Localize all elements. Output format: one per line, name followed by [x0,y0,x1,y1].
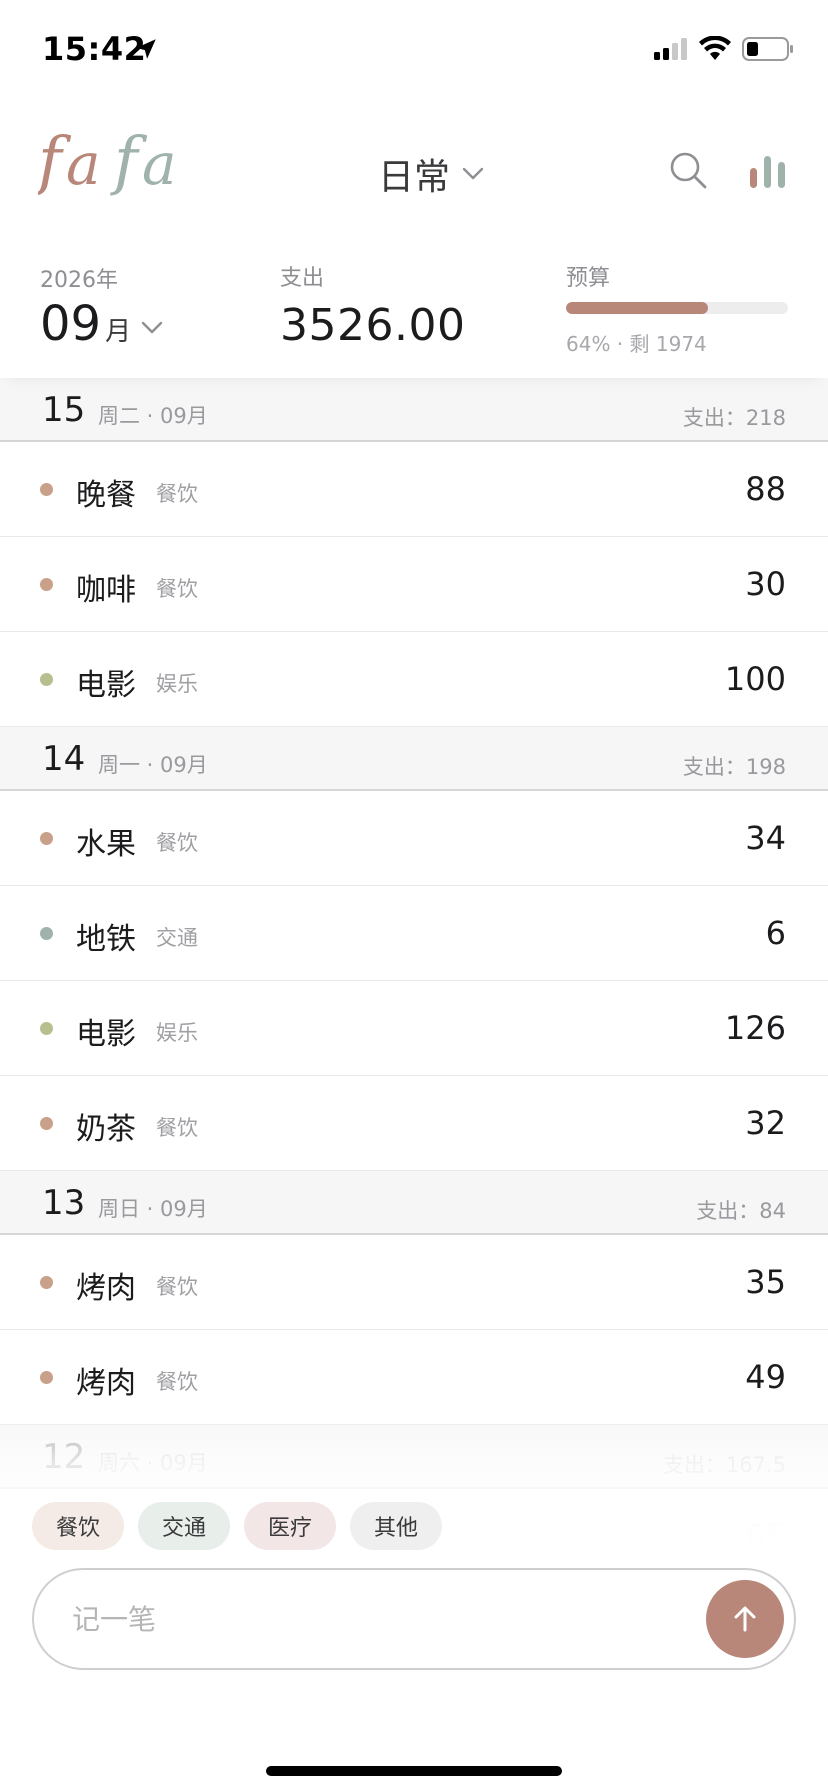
transaction-category: 餐饮 [156,1116,198,1140]
category-dot [40,1276,53,1289]
transaction-amount: 35 [745,1263,786,1301]
budget-summary: 64% · 剩 1974 [566,332,707,356]
transaction-category: 娱乐 [156,672,198,696]
category-chip[interactable]: 医疗 [244,1502,337,1550]
svg-text:a: a [66,130,101,198]
cellular-signal-icon [654,38,687,60]
transaction-row[interactable]: 电影 娱乐 100 [0,632,828,727]
expense-label: 支出 [280,266,325,291]
category-dot [40,673,53,686]
transaction-amount: 126 [724,1009,786,1047]
svg-text:a: a [142,130,177,198]
budget-progress-bar [566,302,788,314]
transaction-list: 15 周二 · 09月 支出：218 晚餐 餐饮 88 咖啡 餐饮 30 电影 娱乐 100 14 周一 … [0,378,828,1584]
budget-progress-fill [566,302,709,314]
month-number: 09 [40,296,102,352]
category-dot [40,1022,53,1035]
day-weekday: 周一 · 09月 [98,753,208,777]
transaction-row[interactable]: 烤肉 餐饮 35 [0,1235,828,1330]
search-icon[interactable] [668,150,708,190]
submit-button[interactable] [706,1580,784,1658]
transaction-category: 餐饮 [156,1370,198,1394]
category-dot [40,483,53,496]
ledger-selector[interactable]: 日常 [378,148,484,200]
transaction-row[interactable]: 地铁 交通 6 [0,886,828,981]
day-number: 15 [42,390,86,430]
transaction-category: 餐饮 [156,831,198,855]
transaction-category: 餐饮 [156,577,198,601]
bar-chart-icon[interactable] [748,154,788,188]
transaction-category: 交通 [156,926,198,950]
day-number: 13 [42,1183,86,1223]
day-total: 支出：218 [682,406,786,430]
wifi-icon [699,36,731,60]
app-header: f a f a fafa 日常 2026年 09 月 支出 3526.00 预算… [0,96,828,378]
category-dot [40,1117,53,1130]
transaction-row[interactable]: 电影 娱乐 126 [0,981,828,1076]
category-dot [40,1371,53,1384]
transaction-amount: 100 [724,660,786,698]
transaction-row[interactable]: 晚餐 餐饮 88 [0,442,828,537]
category-dot [40,578,53,591]
budget-label: 预算 [566,266,611,291]
transaction-name: 电影 [76,1017,136,1052]
transaction-row[interactable]: 水果 餐饮 34 [0,791,828,886]
quick-category-chips: 餐饮 交通 医疗 其他 [32,1502,443,1550]
day-total: 支出：198 [682,755,786,779]
day-header: 14 周一 · 09月 支出：198 [0,727,828,791]
month-selector[interactable]: 09 月 [40,296,163,352]
chevron-down-icon [141,321,163,334]
transaction-amount: 32 [745,1104,786,1142]
day-total: 支出：84 [696,1199,786,1223]
transaction-amount: 30 [745,565,786,603]
entry-input[interactable] [72,1570,632,1668]
transaction-name: 晚餐 [76,478,136,513]
entry-input-bar [32,1568,796,1670]
transaction-amount: 6 [765,914,786,952]
transaction-name: 奶茶 [76,1112,136,1147]
app-screen: 15:42 f a f a fafa 日常 2026年 09 月 支出 3526… [0,0,828,1792]
transaction-name: 水果 [76,827,136,862]
day-header: 15 周二 · 09月 支出：218 [0,378,828,442]
transaction-name: 电影 [76,668,136,703]
transaction-category: 娱乐 [156,1021,198,1045]
location-arrow-icon [136,39,156,59]
day-header: 13 周日 · 09月 支出：84 [0,1171,828,1235]
transaction-amount: 88 [745,470,786,508]
transaction-category: 餐饮 [156,1275,198,1299]
fafa-logo: f a f a fafa [38,118,177,198]
transaction-row[interactable]: 咖啡 餐饮 30 [0,537,828,632]
category-chip[interactable]: 其他 [350,1502,443,1550]
transaction-name: 地铁 [76,922,136,957]
year-label: 2026年 [40,268,118,293]
month-unit: 月 [105,317,132,347]
home-indicator[interactable] [266,1766,562,1776]
category-chip[interactable]: 餐饮 [32,1502,125,1550]
chevron-down-icon [462,167,484,180]
transaction-row[interactable]: 奶茶 餐饮 32 [0,1076,828,1171]
category-chip[interactable]: 交通 [138,1502,231,1550]
status-bar: 15:42 [0,0,828,96]
day-weekday: 周二 · 09月 [98,404,208,428]
ledger-name: 日常 [378,157,451,198]
battery-icon [742,37,793,61]
category-dot [40,927,53,940]
transaction-amount: 34 [745,819,786,857]
transaction-name: 烤肉 [76,1271,136,1306]
svg-text:fafa: fafa [38,118,40,119]
transaction-name: 烤肉 [76,1366,136,1401]
day-weekday: 周日 · 09月 [98,1197,208,1221]
status-time: 15:42 [42,30,147,68]
category-dot [40,832,53,845]
arrow-up-icon [734,1606,756,1632]
day-number: 14 [42,739,86,779]
transaction-category: 餐饮 [156,482,198,506]
transaction-name: 咖啡 [76,573,136,608]
transaction-amount: 49 [745,1358,786,1396]
expense-amount: 3526.00 [280,300,466,351]
